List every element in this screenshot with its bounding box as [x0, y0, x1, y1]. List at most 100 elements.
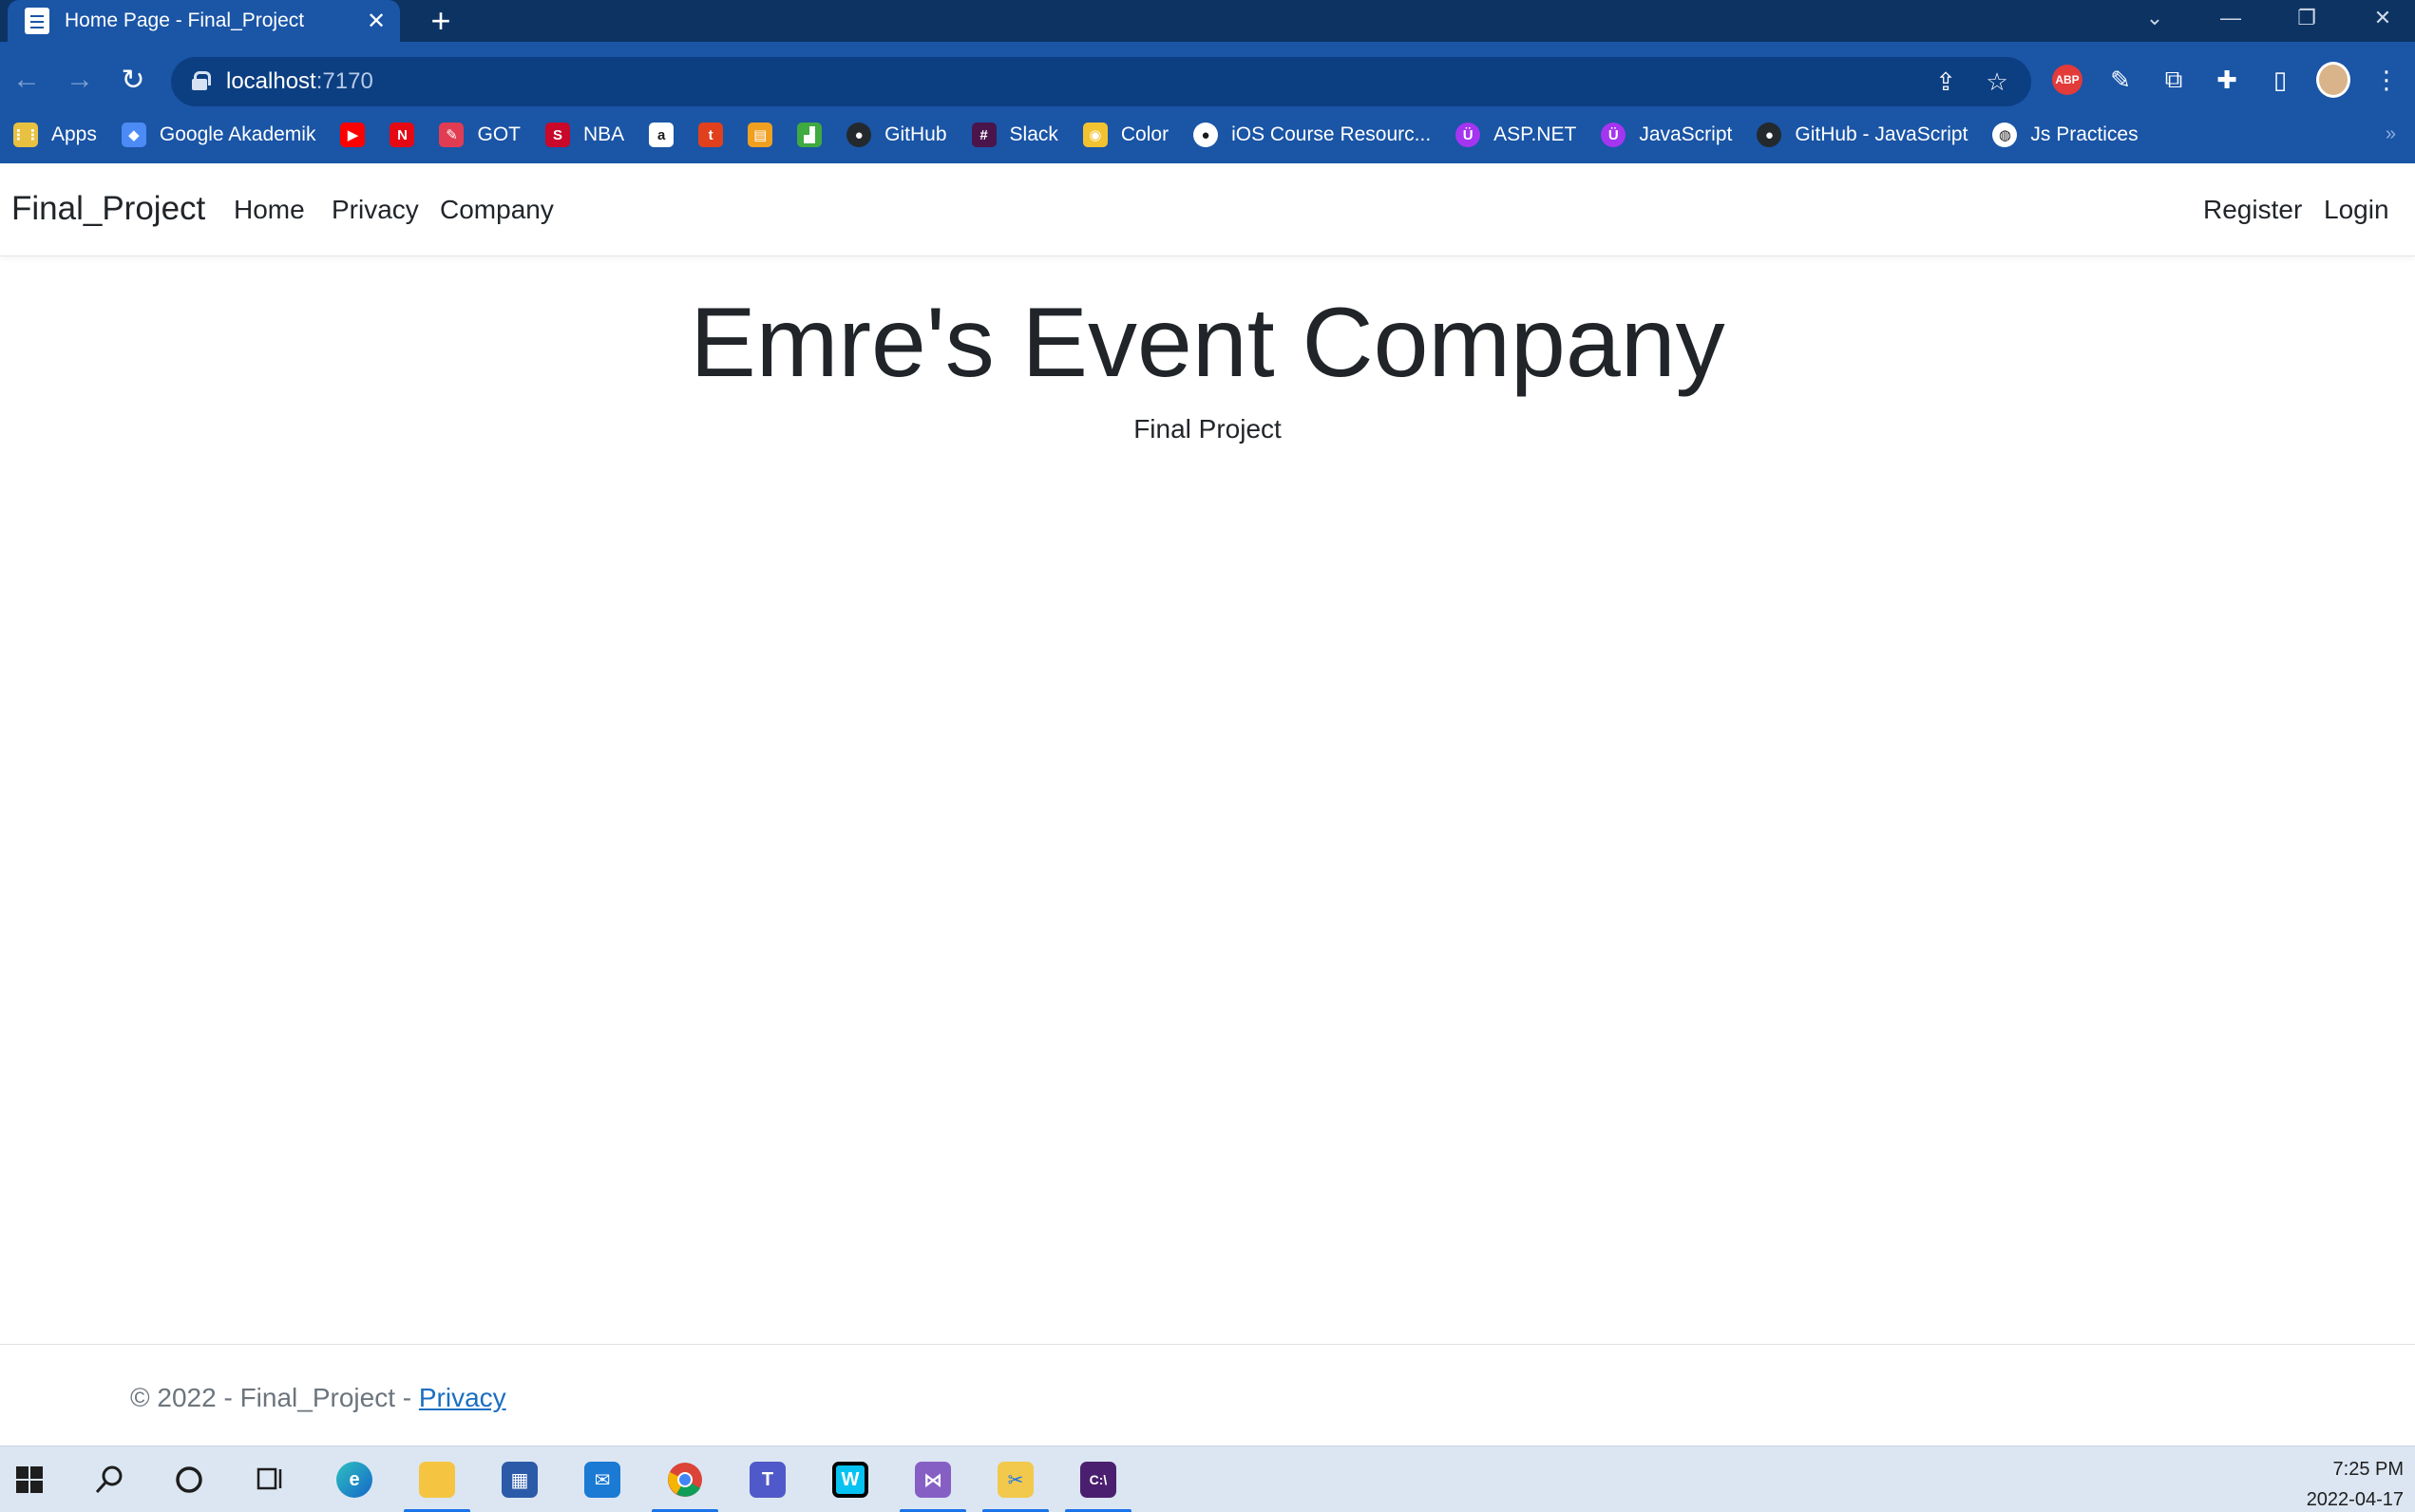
bookmark-google-akademik[interactable]: ◆ Google Akademik [121, 123, 316, 147]
url-text[interactable]: localhost:7170 [226, 68, 373, 95]
close-tab-icon[interactable]: ✕ [362, 7, 390, 35]
bookmark-nba[interactable]: S NBA [544, 123, 625, 147]
taskbar-store[interactable]: ▦ [494, 1456, 545, 1503]
footer-text: © 2022 - Final_Project - Privacy [130, 1383, 506, 1413]
bookmark-amazon[interactable]: a [649, 123, 675, 147]
udemy-icon: Ü [1455, 123, 1481, 147]
share-icon[interactable]: ⇪ [1930, 66, 1961, 97]
bookmark-label: Js Practices [2030, 123, 2139, 145]
bookmark-ios-course-resourc[interactable]: ● iOS Course Resourc... [1193, 123, 1431, 147]
task-view-icon [257, 1467, 282, 1490]
visual-studio-icon: ⋈ [915, 1462, 951, 1498]
udemy-icon: Ü [1601, 123, 1626, 147]
address-bar[interactable]: localhost:7170 ⇪ ☆ [171, 57, 2031, 106]
bookmark-label: Google Akademik [159, 123, 316, 145]
bookmark-label: Apps [51, 123, 97, 145]
reload-icon: ↻ [121, 64, 145, 96]
webstorm-icon: W [832, 1462, 868, 1498]
adblock-plus-extension[interactable]: ABP [2050, 63, 2084, 97]
bookmark-label: Slack [1009, 123, 1058, 145]
chrome-icon [668, 1463, 702, 1497]
bookmark-color[interactable]: ◉ Color [1082, 123, 1169, 147]
browser-tab-active[interactable]: Home Page - Final_Project ✕ [8, 0, 400, 42]
youtube-icon: ▶ [340, 123, 366, 147]
close-window-button[interactable]: ✕ [2354, 0, 2411, 36]
bookmark-star-icon[interactable]: ☆ [1982, 66, 2012, 97]
screen-capture-extension-icon[interactable]: ⧉ [2157, 63, 2191, 97]
bookmark-apps[interactable]: ⋮⋮ Apps [11, 123, 97, 147]
taskbar-chrome[interactable] [652, 1456, 718, 1512]
taskbar-teams[interactable]: T [742, 1456, 793, 1503]
got-icon: ✎ [439, 123, 465, 147]
notes-icon: ▤ [748, 123, 773, 147]
back-button[interactable]: ← [6, 59, 48, 101]
bookmarks-bar: ⋮⋮ Apps ◆ Google Akademik ▶ N ✎ GOT S NBA a t ▤ ▟ ● Git… [0, 106, 2415, 163]
bookmark-js-practices[interactable]: ◍ Js Practices [1992, 123, 2139, 147]
nav-privacy-link[interactable]: Privacy [332, 195, 419, 225]
eyedropper-extension-icon[interactable]: ✎ [2103, 63, 2138, 97]
github-icon: ● [1757, 123, 1782, 147]
restore-button[interactable]: ❐ [2278, 0, 2335, 36]
globe-icon: ◍ [1992, 123, 2018, 147]
footer-copyright: © 2022 - Final_Project - [130, 1383, 419, 1412]
bookmark-label: Color [1120, 123, 1169, 145]
taskbar-terminal[interactable]: C:\ [1065, 1456, 1131, 1512]
extensions-puzzle-icon[interactable]: ✚ [2210, 63, 2244, 97]
site-navbar: Final_Project Home Privacy Company Regis… [0, 163, 2415, 256]
taskbar-snipping-tool[interactable]: ✂ [982, 1456, 1049, 1512]
taskbar-edge[interactable]: e [329, 1456, 380, 1503]
minimize-button[interactable]: — [2202, 0, 2259, 36]
profile-avatar[interactable] [2316, 62, 2350, 98]
bookmark-asp-net[interactable]: Ü ASP.NET [1455, 123, 1576, 147]
start-button[interactable] [4, 1456, 55, 1503]
bookmark-github[interactable]: ● GitHub [846, 123, 947, 147]
cortana-button[interactable] [163, 1456, 215, 1503]
url-port: :7170 [315, 68, 373, 94]
tab-title: Home Page - Final_Project [65, 9, 305, 31]
brand-link[interactable]: Final_Project [11, 190, 205, 228]
side-panel-icon[interactable]: ▯ [2263, 63, 2297, 97]
forward-button[interactable]: → [59, 59, 101, 101]
bookmark-label: iOS Course Resourc... [1231, 123, 1432, 145]
system-clock[interactable]: 7:25 PM 2022-04-17 [2307, 1454, 2404, 1512]
store-icon: ▦ [502, 1462, 538, 1498]
taskbar-webstorm[interactable]: W [825, 1456, 876, 1503]
tab-search-icon[interactable]: ⌄ [2126, 0, 2183, 36]
bookmark-youtube[interactable]: ▶ [340, 123, 366, 147]
bookmarks-overflow-icon[interactable]: » [2386, 123, 2396, 145]
bookmark-netflix[interactable]: N [390, 123, 415, 147]
nav-home-link[interactable]: Home [234, 195, 305, 225]
chrome-menu-icon[interactable]: ⋮ [2369, 63, 2404, 97]
bookmark-notes[interactable]: ▤ [748, 123, 773, 147]
slack-icon: # [971, 123, 997, 147]
bookmark-t[interactable]: t [698, 123, 724, 147]
folder-icon [419, 1462, 455, 1498]
lock-icon[interactable] [192, 71, 211, 90]
bookmark-chart[interactable]: ▟ [797, 123, 823, 147]
terminal-icon: C:\ [1080, 1462, 1116, 1498]
tab-strip: Home Page - Final_Project ✕ + ⌄ — ❐ ✕ [0, 0, 2415, 42]
t-icon: t [698, 123, 724, 147]
nav-register-link[interactable]: Register [2203, 195, 2302, 225]
chart-icon: ▟ [797, 123, 823, 147]
clock-date: 2022-04-17 [2306, 1489, 2404, 1510]
page-subtitle: Final Project [1133, 414, 1282, 444]
nav-company-link[interactable]: Company [440, 195, 554, 225]
bookmark-github-javascript[interactable]: ● GitHub - JavaScript [1757, 123, 1968, 147]
taskbar-visual-studio[interactable]: ⋈ [900, 1456, 966, 1512]
bookmark-slack[interactable]: # Slack [971, 123, 1058, 147]
task-view-button[interactable] [243, 1456, 295, 1503]
taskbar-file-explorer[interactable] [404, 1456, 470, 1512]
new-tab-button[interactable]: + [424, 1, 458, 40]
bookmark-got[interactable]: ✎ GOT [439, 123, 521, 147]
search-button[interactable] [84, 1456, 135, 1503]
url-host: localhost [226, 68, 316, 94]
taskbar-mail[interactable]: ✉ [577, 1456, 628, 1503]
reload-button[interactable]: ↻ [112, 59, 154, 101]
amazon-icon: a [649, 123, 675, 147]
footer-privacy-link[interactable]: Privacy [419, 1383, 506, 1412]
nav-login-link[interactable]: Login [2324, 195, 2389, 225]
bookmark-javascript[interactable]: Ü JavaScript [1601, 123, 1732, 147]
bookmark-label: NBA [582, 123, 625, 145]
bookmark-label: GOT [477, 123, 521, 145]
